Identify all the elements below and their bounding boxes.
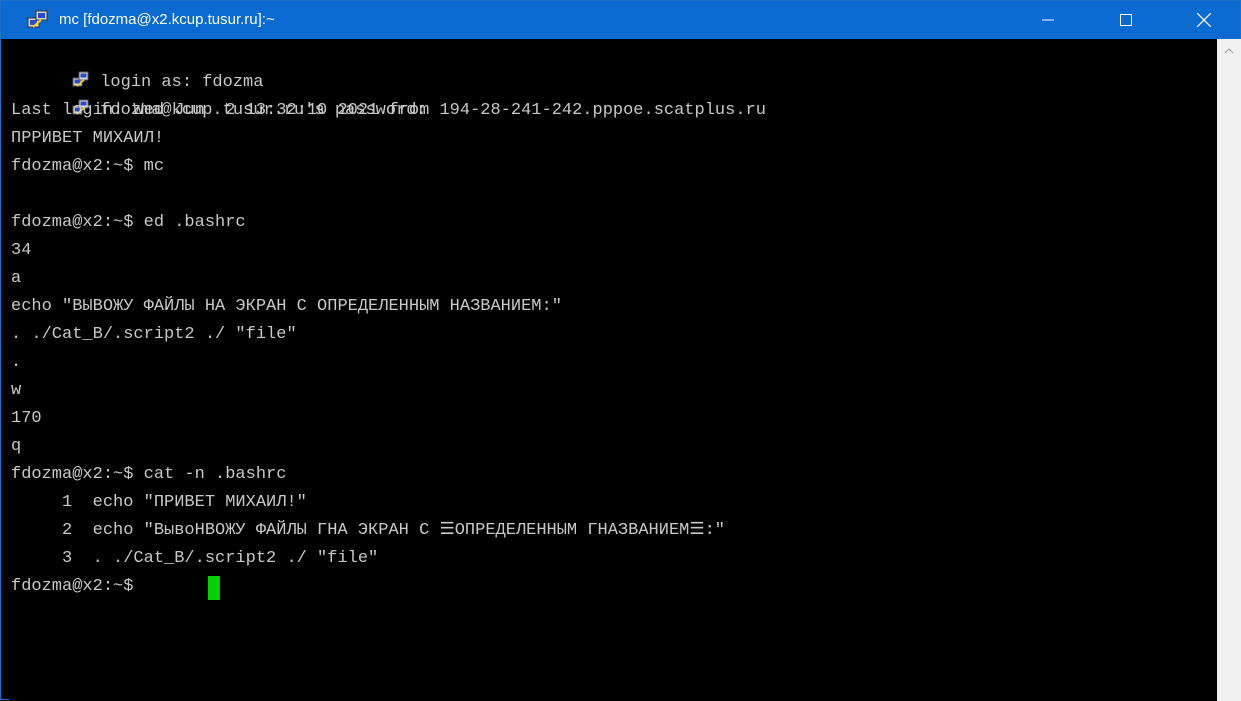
terminal-line: fdozma@x2:~$ mc <box>11 157 165 176</box>
terminal-prompt: fdozma@x2:~$ <box>11 577 144 596</box>
terminal-cursor <box>208 576 220 600</box>
scroll-up-button[interactable] <box>1217 39 1241 63</box>
terminal-output[interactable]: login as: fdozma fdozma@kcup.tusur.ru's … <box>9 39 1217 701</box>
terminal-line: . ./Cat_B/.script2 ./ "file" <box>11 325 297 344</box>
terminal-line: 2 echo "ВывоНВОЖУ ФАЙЛЫ ГНА ЭКРАН С ☰ОПР… <box>11 521 725 540</box>
terminal-line: 1 echo "ПРИВЕТ МИХАИЛ!" <box>11 493 307 512</box>
terminal-line: a <box>11 269 22 288</box>
close-button[interactable] <box>1181 1 1227 39</box>
terminal-line: 170 <box>11 409 42 428</box>
window-title: mc [fdozma@x2.kcup.tusur.ru]:~ <box>59 11 275 28</box>
terminal-line: fdozma@kcup.tusur.ru's password: <box>11 69 427 120</box>
chevron-up-icon <box>1224 48 1234 54</box>
minimize-button[interactable] <box>1025 1 1071 39</box>
terminal-line: fdozma@x2:~$ ed .bashrc <box>11 213 246 232</box>
maximize-button[interactable] <box>1103 1 1149 39</box>
terminal-line: w <box>11 381 22 400</box>
putty-icon <box>27 10 48 28</box>
terminal-line: q <box>11 437 22 456</box>
terminal-line: fdozma@x2:~$ cat -n .bashrc <box>11 465 287 484</box>
putty-window: mc [fdozma@x2.kcup.tusur.ru]:~ login as:… <box>0 0 1241 701</box>
terminal-line: 34 <box>11 241 32 260</box>
minimize-icon <box>1042 19 1054 21</box>
terminal-line: Last login: Wed Jun 2 13:32:10 2021 from… <box>11 101 766 120</box>
terminal-line: ПРРИВЕТ МИХАИЛ! <box>11 129 165 148</box>
terminal-line: login as: fdozma <box>11 41 263 92</box>
close-icon <box>1197 13 1211 27</box>
terminal-line: 3 . ./Cat_B/.script2 ./ "file" <box>11 549 379 568</box>
vertical-scrollbar[interactable] <box>1217 39 1241 701</box>
terminal-line: echo "ВЫВОЖУ ФАЙЛЫ НА ЭКРАН С ОПРЕДЕЛЕНН… <box>11 297 562 316</box>
maximize-icon <box>1120 14 1132 26</box>
title-bar[interactable]: mc [fdozma@x2.kcup.tusur.ru]:~ <box>1 1 1240 39</box>
terminal-line: . <box>11 353 22 372</box>
